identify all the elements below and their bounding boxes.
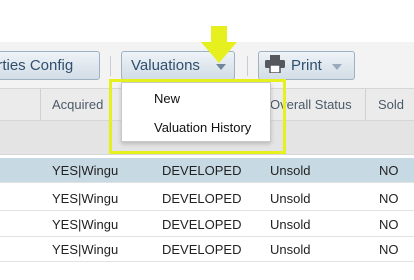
cell-overall-status: Unsold — [270, 217, 311, 232]
cell-overall-status: Unsold — [270, 242, 311, 257]
cell-sold: NO — [379, 242, 399, 257]
chevron-down-icon — [332, 64, 342, 70]
column-header-overall-status[interactable]: Overall Status — [270, 97, 352, 112]
pointer-arrow-icon — [201, 26, 237, 63]
cell-development: DEVELOPED — [162, 217, 242, 232]
properties-config-label: erties Config — [0, 57, 74, 74]
column-divider — [365, 89, 366, 120]
toolbar-separator — [247, 56, 248, 76]
cell-development: DEVELOPED — [162, 163, 242, 178]
cell-overall-status: Unsold — [270, 163, 311, 178]
column-header-acquired[interactable]: Acquired — [52, 97, 103, 112]
print-label: Print — [291, 57, 322, 74]
cell-overall-status: Unsold — [270, 191, 311, 206]
print-button[interactable]: Print — [258, 51, 355, 80]
table-row[interactable]: YES|Wingu DEVELOPED Unsold NO — [0, 212, 414, 237]
column-divider — [40, 89, 41, 120]
table-row[interactable]: YES|Wingu DEVELOPED Unsold NO — [0, 186, 414, 211]
column-header-sold[interactable]: Sold — [378, 97, 404, 112]
table-row[interactable]: YES|Wingu DEVELOPED Unsold NO — [0, 158, 414, 183]
cell-sold: NO — [379, 163, 399, 178]
cell-acquired: YES|Wingu — [52, 191, 119, 206]
cell-sold: NO — [379, 191, 399, 206]
menu-item-valuation-history[interactable]: Valuation History — [154, 120, 251, 135]
properties-config-button[interactable]: erties Config — [0, 51, 100, 80]
table-row[interactable]: YES|Wingu DEVELOPED Unsold NO — [0, 237, 414, 262]
print-icon — [265, 55, 285, 73]
chevron-down-icon — [216, 64, 226, 70]
cell-development: DEVELOPED — [162, 242, 242, 257]
cell-acquired: YES|Wingu — [52, 163, 119, 178]
valuations-dropdown-menu: New Valuation History — [121, 82, 271, 142]
toolbar-separator — [110, 56, 111, 76]
cell-acquired: YES|Wingu — [52, 242, 119, 257]
menu-item-new[interactable]: New — [154, 91, 180, 106]
cell-development: DEVELOPED — [162, 191, 242, 206]
cell-sold: NO — [379, 217, 399, 232]
valuations-label: Valuations — [131, 57, 200, 74]
cell-acquired: YES|Wingu — [52, 217, 119, 232]
